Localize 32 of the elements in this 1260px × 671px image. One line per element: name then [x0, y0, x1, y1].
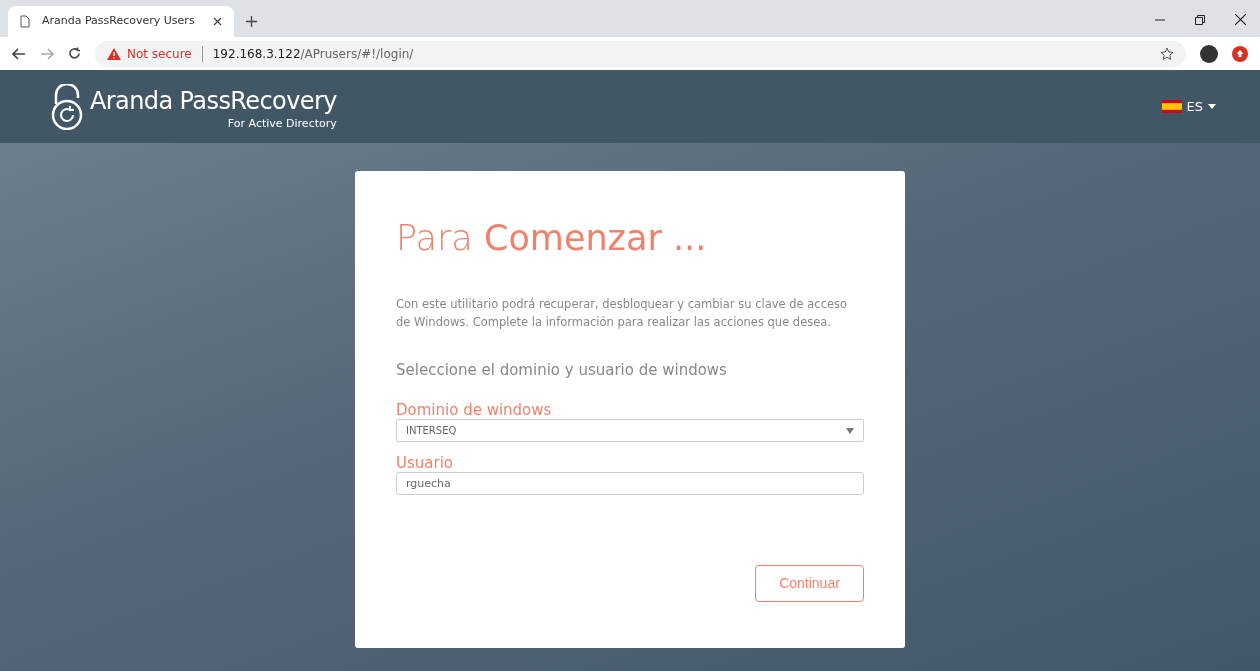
url-host: 192.168.3.122: [212, 45, 301, 63]
avatar-icon[interactable]: [1200, 44, 1218, 63]
close-icon[interactable]: [213, 17, 222, 26]
username-field[interactable]: rguecha: [396, 472, 864, 496]
field-label: Usuario: [396, 454, 454, 473]
back-icon[interactable]: [12, 47, 26, 60]
page-title: Para Comenzar ...: [396, 217, 708, 260]
flag-icon: [1161, 100, 1182, 113]
restore-icon[interactable]: [1195, 14, 1205, 25]
caret-icon: [846, 427, 854, 434]
tab-title: Aranda PassRecovery Users: [42, 13, 196, 30]
reload-icon[interactable]: [68, 47, 81, 60]
intro-text: Con este utilitario podrá recuperar, desbloquear y cambiar su clave de acceso de Windows. Complete la información para realizar las acciones que desea.: [396, 295, 849, 331]
section-subtitle: Seleccione el dominio y usuario de windows: [396, 359, 728, 381]
language-selector[interactable]: ES: [1161, 96, 1216, 117]
caret-icon: [1208, 104, 1216, 109]
browser-tab[interactable]: Aranda PassRecovery Users: [8, 6, 234, 37]
brand-name: Aranda PassRecovery: [90, 88, 337, 113]
url-path: /APrusers/#!/login/: [300, 45, 414, 63]
padlock-icon: [50, 83, 84, 130]
domain-dropdown[interactable]: INTERSEQ: [396, 419, 864, 443]
close-icon[interactable]: [1235, 14, 1246, 25]
brand-subtitle: For Active Directory: [227, 116, 337, 131]
address-bar[interactable]: Not secure 192.168.3.122/APrusers/#!/login/: [95, 40, 1186, 67]
field-label: Dominio de windows: [396, 401, 553, 420]
star-icon[interactable]: [1160, 46, 1174, 61]
security-label: Not secure: [127, 45, 192, 63]
new-tab-icon[interactable]: [246, 16, 257, 27]
page-icon: [20, 15, 30, 28]
upload-icon[interactable]: [1232, 45, 1248, 62]
warning-icon: [107, 47, 121, 60]
minimize-icon[interactable]: [1155, 18, 1165, 21]
